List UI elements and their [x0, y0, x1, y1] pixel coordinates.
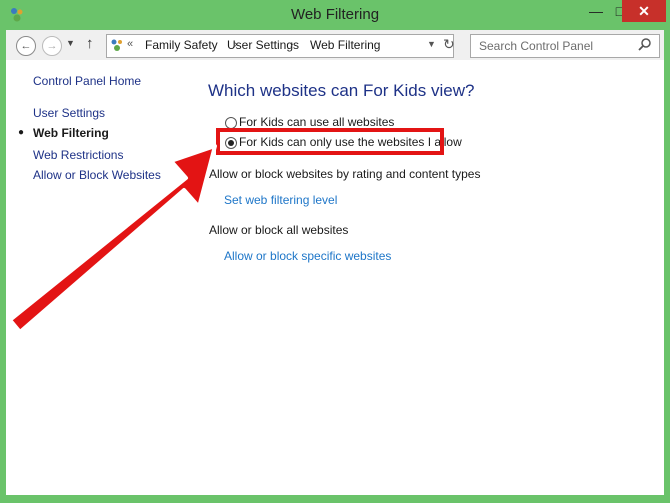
address-bar[interactable]: « Family Safety › User Settings › Web Fi… — [106, 34, 455, 58]
set-web-filtering-level-link[interactable]: Set web filtering level — [224, 193, 337, 207]
back-icon[interactable]: ← — [16, 36, 36, 56]
highlight-box — [216, 128, 444, 155]
breadcrumb-family-safety[interactable]: Family Safety — [145, 38, 218, 52]
sidebar-item-web-restrictions[interactable]: Web Restrictions — [33, 148, 123, 162]
close-button[interactable]: ✕ — [622, 0, 666, 22]
sidebar-item-allow-block-websites[interactable]: Allow or Block Websites — [33, 168, 161, 182]
sidebar-item-web-filtering: Web Filtering — [33, 126, 109, 140]
breadcrumb-web-filtering[interactable]: Web Filtering — [310, 38, 380, 52]
sidebar-item-user-settings[interactable]: User Settings — [33, 106, 105, 120]
page-heading: Which websites can For Kids view? — [208, 81, 475, 100]
content-area: Control Panel Home User Settings ● Web F… — [6, 60, 664, 495]
forward-icon[interactable]: → — [42, 36, 62, 56]
overflow-chevron[interactable]: « — [127, 38, 133, 50]
window-title: Web Filtering — [290, 6, 380, 23]
address-dropdown-icon[interactable]: ▼ — [427, 39, 436, 49]
search-placeholder[interactable]: Search Control Panel — [479, 39, 593, 53]
refresh-icon[interactable]: ↻ — [443, 36, 455, 53]
allow-block-specific-websites-link[interactable]: Allow or block specific websites — [224, 249, 391, 263]
navigation-bar: ← → ▼ ↑ « Family Safety › User Settings … — [6, 30, 664, 60]
current-page-bullet: ● — [18, 127, 25, 138]
recent-locations-dropdown[interactable]: ▼ — [66, 38, 75, 48]
breadcrumb-user-settings[interactable]: User Settings — [227, 38, 299, 52]
breadcrumb-separator[interactable]: › — [290, 39, 293, 50]
rating-section-label: Allow or block websites by rating and co… — [209, 167, 481, 181]
up-arrow-icon[interactable]: ↑ — [86, 35, 94, 52]
control-panel-home-link[interactable]: Control Panel Home — [33, 74, 141, 88]
title-bar: Web Filtering — □ ✕ — [0, 0, 670, 30]
block-all-section-label: Allow or block all websites — [209, 223, 349, 237]
search-icon[interactable] — [637, 37, 653, 53]
control-panel-icon — [111, 39, 122, 51]
radio-all-websites-label[interactable]: For Kids can use all websites — [239, 115, 394, 129]
search-box[interactable]: Search Control Panel — [470, 34, 660, 58]
